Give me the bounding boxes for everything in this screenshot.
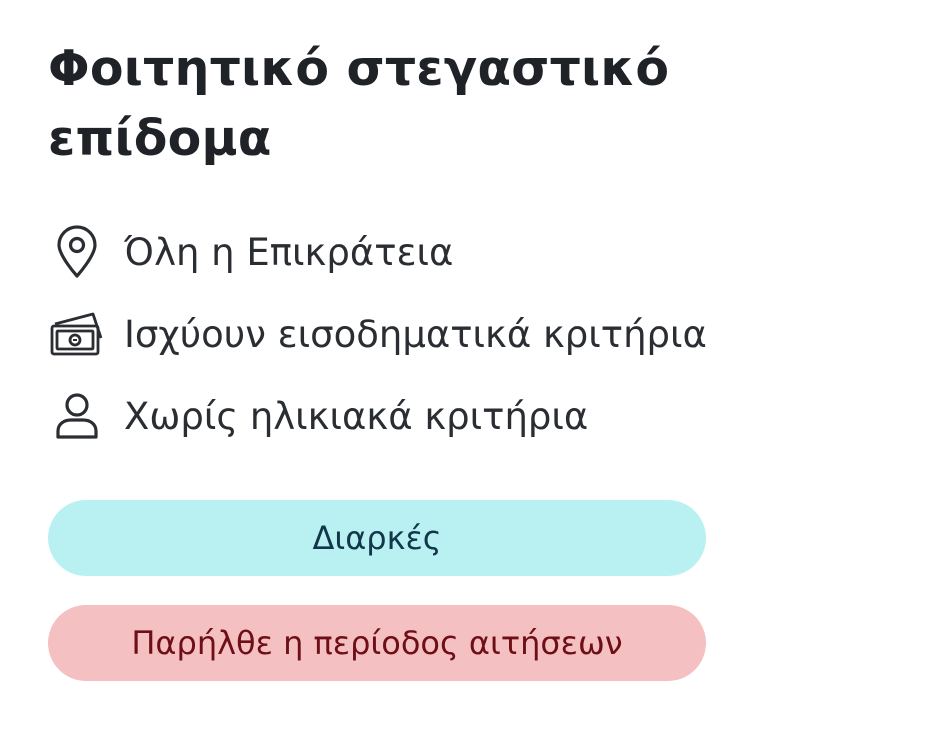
fact-coverage: Όλη η Επικράτεια — [48, 212, 908, 292]
fact-age: Χωρίς ηλικιακά κριτήρια — [48, 376, 908, 456]
fact-income: Ισχύουν εισοδηματικά κριτήρια — [48, 294, 908, 374]
money-icon — [48, 305, 106, 363]
status-badge: Διαρκές — [48, 500, 706, 576]
benefit-card: Φοιτητικό στεγαστικό επίδομα Όλη η Επικρ… — [0, 0, 935, 751]
fact-label: Όλη η Επικράτεια — [124, 230, 454, 274]
fact-label: Χωρίς ηλικιακά κριτήρια — [124, 394, 589, 438]
facts-list: Όλη η Επικράτεια Ισχύουν εισοδηματικά κρ… — [48, 212, 908, 458]
location-pin-icon — [48, 223, 106, 281]
fact-label: Ισχύουν εισοδηματικά κριτήρια — [124, 312, 707, 356]
card-title: Φοιτητικό στεγαστικό επίδομα — [48, 40, 670, 167]
person-icon — [48, 387, 106, 445]
application-period-badge: Παρήλθε η περίοδος αιτήσεων — [48, 605, 706, 681]
